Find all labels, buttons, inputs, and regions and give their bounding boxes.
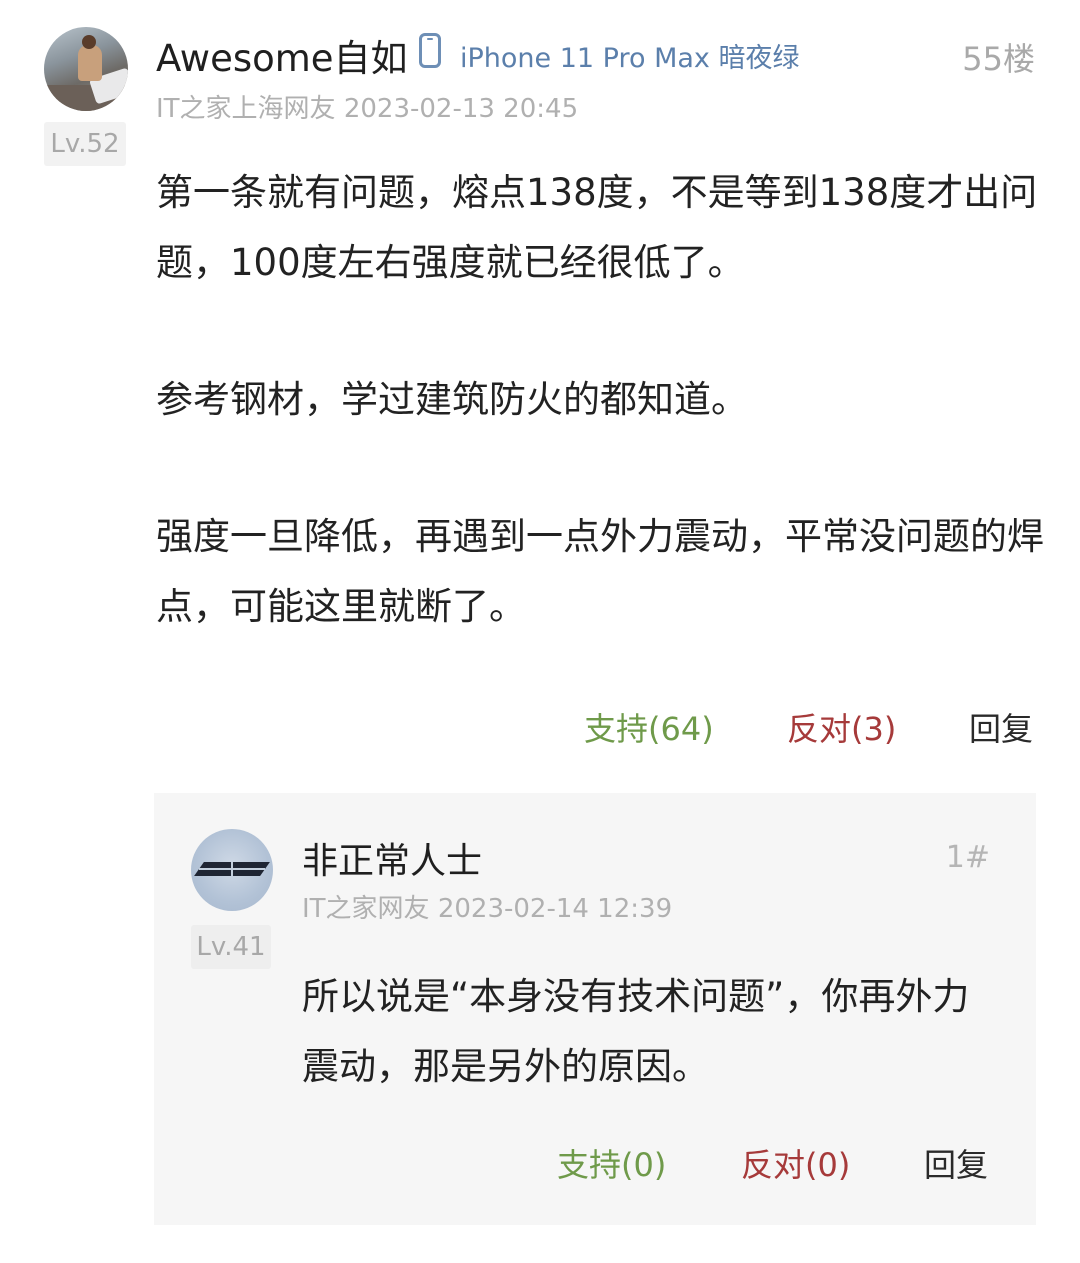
username[interactable]: Awesome自如 xyxy=(156,28,408,82)
avatar[interactable] xyxy=(191,829,273,911)
oppose-button[interactable]: 反对(3) xyxy=(787,704,896,750)
comment-paragraph: 第一条就有问题，熔点138度，不是等到138度才出问题，100度左右强度就已经很… xyxy=(156,171,1038,284)
comment-meta: IT之家网友 2023-02-14 12:39 xyxy=(302,894,673,924)
level-badge: Lv.41 xyxy=(191,925,271,969)
floor-number: 55楼 xyxy=(962,40,1035,78)
level-badge: Lv.52 xyxy=(44,122,126,166)
comment-meta: IT之家上海网友 2023-02-13 20:45 xyxy=(156,94,579,124)
reply-button[interactable]: 回复 xyxy=(969,704,1033,750)
reply-button[interactable]: 回复 xyxy=(924,1140,988,1186)
floor-number: 1# xyxy=(945,840,990,875)
oppose-button[interactable]: 反对(0) xyxy=(741,1140,850,1186)
phone-icon xyxy=(419,33,441,68)
reply-content: 所以说是“本身没有技术问题”，你再外力震动，那是另外的原因。 xyxy=(302,975,970,1088)
avatar[interactable] xyxy=(44,27,128,111)
comment-paragraph: 参考钢材，学过建筑防火的都知道。 xyxy=(156,378,748,421)
support-button[interactable]: 支持(64) xyxy=(584,704,714,750)
comment-content: 第一条就有问题，熔点138度，不是等到138度才出问题，100度左右强度就已经很… xyxy=(156,158,1046,642)
device-label: iPhone 11 Pro Max 暗夜绿 xyxy=(460,43,800,74)
username[interactable]: 非正常人士 xyxy=(302,832,482,884)
support-button[interactable]: 支持(0) xyxy=(557,1140,666,1186)
comment-paragraph: 强度一旦降低，再遇到一点外力震动，平常没问题的焊点，可能这里就断了。 xyxy=(156,515,1044,628)
